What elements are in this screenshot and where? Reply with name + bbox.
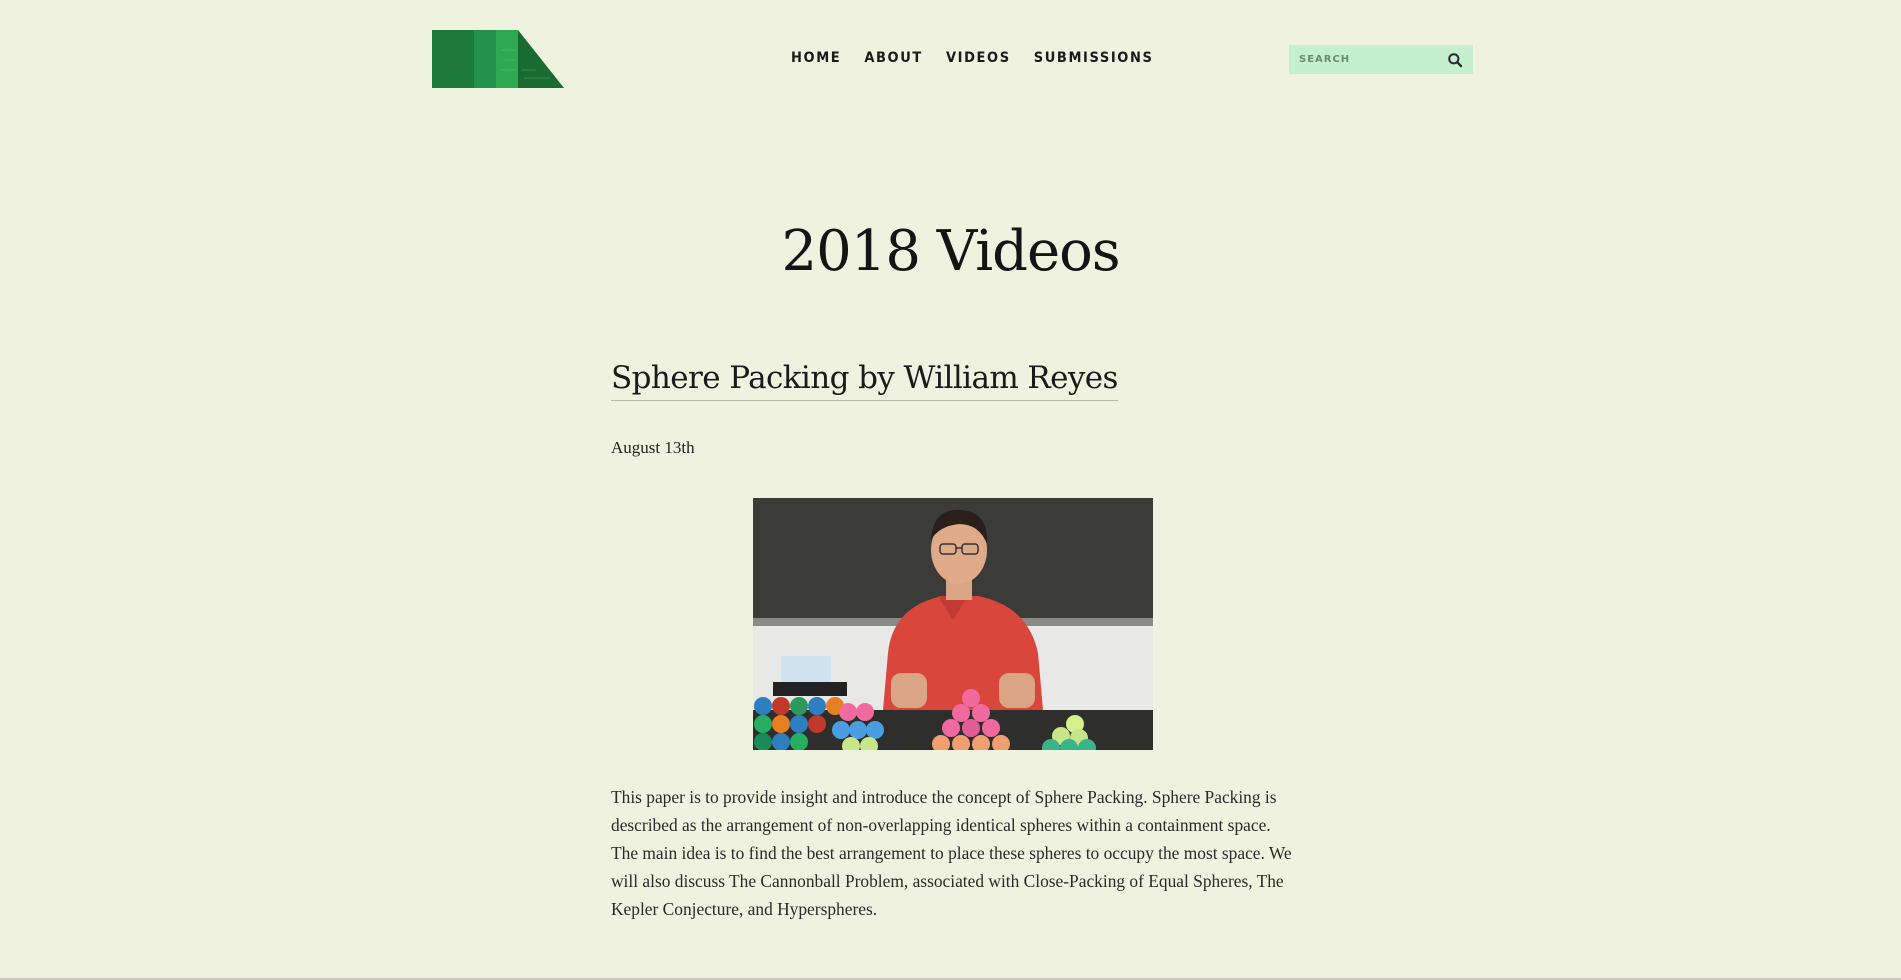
nav-submissions[interactable]: SUBMISSIONS: [1034, 48, 1154, 68]
search-bar: [1289, 45, 1473, 74]
video-frame-image: [753, 498, 1153, 750]
video-thumbnail[interactable]: [753, 498, 1153, 750]
nav-about[interactable]: ABOUT: [864, 48, 923, 68]
post-date: August 13th: [611, 438, 695, 457]
nav-videos[interactable]: VIDEOS: [946, 48, 1011, 68]
post-title-link[interactable]: Sphere Packing by William Reyes: [611, 356, 1118, 401]
page-title: 2018 Videos: [781, 219, 1120, 284]
nav-home[interactable]: HOME: [791, 48, 841, 68]
search-input[interactable]: [1289, 45, 1439, 74]
site-header: HOME ABOUT VIDEOS SUBMISSIONS: [0, 0, 1901, 110]
site-logo[interactable]: [432, 30, 564, 88]
post-body: This paper is to provide insight and int…: [611, 787, 1292, 919]
search-icon[interactable]: [1447, 52, 1463, 68]
main-nav: HOME ABOUT VIDEOS SUBMISSIONS: [791, 48, 1176, 68]
logo-icon: [432, 30, 564, 88]
